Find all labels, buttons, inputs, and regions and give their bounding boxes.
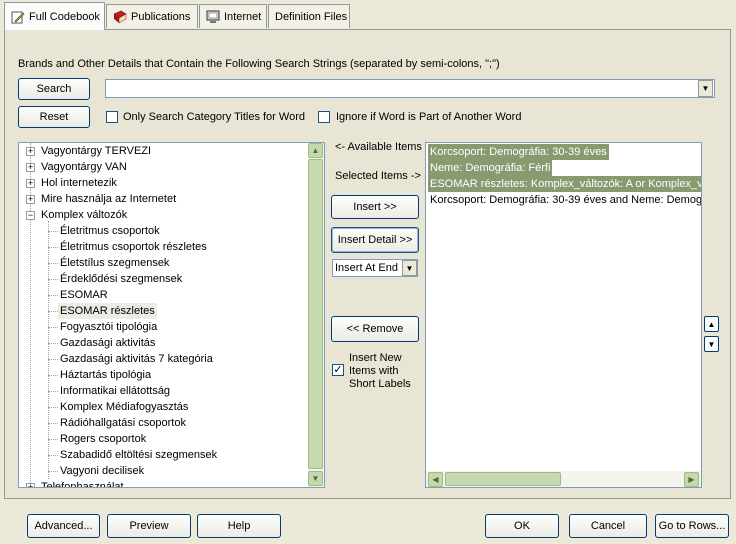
tree-child-item[interactable]: Gazdasági aktivitás [60, 335, 155, 351]
tree-child-item[interactable]: Gazdasági aktivitás 7 kategória [60, 351, 213, 367]
tree-child-item[interactable]: Fogyasztói tipológia [60, 319, 157, 335]
remove-button[interactable]: << Remove [331, 316, 419, 342]
tab-label: Definition Files [275, 10, 348, 23]
tree-item[interactable]: Mire használja az Internetet [41, 191, 176, 207]
tree-child-item[interactable]: Szabadidő eltöltési szegmensek [60, 447, 217, 463]
tree-child-item[interactable]: Rogers csoportok [60, 431, 146, 447]
ok-button[interactable]: OK [485, 514, 559, 538]
selected-items-label: Selected Items -> [335, 170, 421, 182]
go-to-rows-button[interactable]: Go to Rows... [655, 514, 729, 538]
tree-item[interactable]: Vagyontárgy VAN [41, 159, 127, 175]
tree-child-item[interactable]: Életstílus szegmensek [60, 255, 169, 271]
ignore-part-checkbox[interactable] [318, 111, 330, 123]
tree-child-item[interactable]: ESOMAR [60, 287, 108, 303]
tab-publications[interactable]: Publications [106, 4, 198, 28]
tab-full-codebook[interactable]: Full Codebook [4, 2, 105, 30]
tree-item-expanded[interactable]: Komplex változók [41, 207, 127, 223]
insert-button[interactable]: Insert >> [331, 195, 419, 219]
available-items-label: <- Available Items [335, 141, 422, 153]
tree-child-item-selected[interactable]: ESOMAR részletes [58, 303, 157, 319]
move-up-button[interactable]: ▲ [704, 316, 719, 332]
scroll-thumb[interactable] [445, 472, 561, 486]
tree-item[interactable]: Telefonhasználat [41, 479, 124, 487]
only-category-label: Only Search Category Titles for Word [123, 111, 305, 123]
tab-label: Internet [224, 10, 262, 23]
expand-icon[interactable]: + [26, 483, 35, 487]
insert-detail-button[interactable]: Insert Detail >> [331, 227, 419, 253]
tree-item[interactable]: Hol internetezik [41, 175, 117, 191]
tree-child-item[interactable]: Életritmus csoportok részletes [60, 239, 207, 255]
scroll-right-icon[interactable]: ▶ [684, 472, 699, 487]
tab-label: Full Codebook [29, 10, 100, 23]
selected-items-list[interactable]: Korcsoport: Demográfia: 30-39 éves Neme:… [425, 142, 702, 488]
chevron-down-icon: ▼ [405, 263, 414, 273]
reset-button[interactable]: Reset [18, 106, 90, 128]
scroll-up-icon[interactable]: ▲ [308, 143, 323, 158]
codebook-tree[interactable]: + Vagyontárgy TERVEZI + Vagyontárgy VAN … [18, 142, 325, 488]
list-item[interactable]: ESOMAR részletes: Komplex_változók: A or… [428, 176, 701, 192]
arrow-up-icon: ▲ [707, 319, 716, 329]
scroll-down-icon[interactable]: ▼ [308, 471, 323, 486]
search-history-dropdown[interactable]: ▼ [698, 80, 713, 97]
insert-mode-dropdown[interactable]: ▼ [402, 260, 417, 276]
search-input[interactable] [105, 79, 715, 98]
only-category-checkbox[interactable] [106, 111, 118, 123]
short-labels-checkbox[interactable]: ✓ [332, 364, 344, 376]
search-description: Brands and Other Details that Contain th… [18, 58, 500, 70]
scroll-left-icon[interactable]: ◀ [428, 472, 443, 487]
tree-child-item[interactable]: Életritmus csoportok [60, 223, 160, 239]
ignore-part-label: Ignore if Word is Part of Another Word [336, 111, 522, 123]
list-item[interactable]: Neme: Demográfia: Férfi [428, 160, 553, 176]
tree-child-item[interactable]: Komplex Médiafogyasztás [60, 399, 188, 415]
expand-icon[interactable]: + [26, 195, 35, 204]
tree-child-item[interactable]: Érdeklődési szegmensek [60, 271, 182, 287]
tree-scrollbar[interactable]: ▲ ▼ [308, 143, 324, 487]
collapse-icon[interactable]: − [26, 211, 35, 220]
tab-label: Publications [131, 10, 191, 23]
expand-icon[interactable]: + [26, 147, 35, 156]
tree-child-item[interactable]: Vagyoni decilisek [60, 463, 144, 479]
preview-button[interactable]: Preview [107, 514, 191, 538]
arrow-down-icon: ▼ [707, 339, 716, 349]
tab-internet[interactable]: Internet [199, 4, 267, 28]
list-horizontal-scrollbar[interactable]: ◀ ▶ [426, 471, 701, 487]
computer-icon [206, 10, 220, 24]
short-labels-label: Insert New Items with Short Labels [349, 352, 411, 390]
tree-guide-line [48, 221, 49, 479]
book-icon [113, 10, 127, 24]
expand-icon[interactable]: + [26, 179, 35, 188]
insert-mode-value: Insert At End [335, 262, 398, 274]
list-item[interactable]: Korcsoport: Demográfia: 30-39 éves and N… [428, 192, 701, 208]
tree-child-item[interactable]: Informatikai ellátottság [60, 383, 170, 399]
tree-child-item[interactable]: Háztartás tipológia [60, 367, 151, 383]
help-button[interactable]: Help [197, 514, 281, 538]
tree-item[interactable]: Vagyontárgy TERVEZI [41, 143, 151, 159]
pencil-icon [11, 10, 25, 24]
advanced-button[interactable]: Advanced... [27, 514, 100, 538]
tab-definition-files[interactable]: Definition Files [268, 4, 350, 28]
chevron-down-icon: ▼ [701, 84, 710, 93]
tree-child-item[interactable]: Rádióhallgatási csoportok [60, 415, 186, 431]
scroll-thumb[interactable] [308, 159, 323, 469]
expand-icon[interactable]: + [26, 163, 35, 172]
list-item[interactable]: Korcsoport: Demográfia: 30-39 éves [428, 144, 609, 160]
move-down-button[interactable]: ▼ [704, 336, 719, 352]
cancel-button[interactable]: Cancel [569, 514, 647, 538]
search-button[interactable]: Search [18, 78, 90, 100]
